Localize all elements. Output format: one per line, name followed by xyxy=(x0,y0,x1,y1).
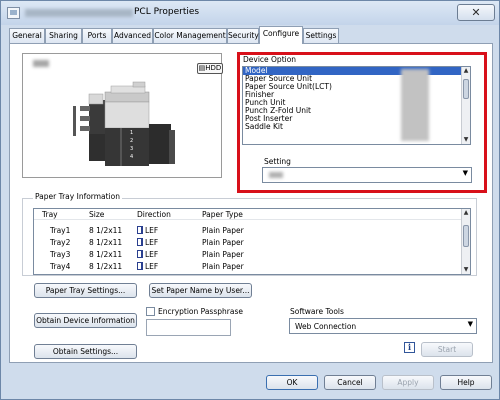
list-item-paper-source-unit-lct[interactable]: Paper Source Unit(LCT) xyxy=(243,83,470,91)
col-direction[interactable]: Direction xyxy=(137,209,171,220)
cell-type: Plain Paper xyxy=(202,226,244,235)
title-redacted xyxy=(25,9,133,17)
col-size[interactable]: Size xyxy=(89,209,104,220)
svg-text:1: 1 xyxy=(130,130,133,136)
cell-direction: LEF xyxy=(137,261,158,272)
scroll-down-icon[interactable]: ▼ xyxy=(462,266,470,274)
cell-type: Plain Paper xyxy=(202,238,244,247)
device-option-list[interactable]: Model Paper Source Unit Paper Source Uni… xyxy=(242,66,471,145)
tab-advanced[interactable]: Advanced xyxy=(112,28,153,43)
list-item-saddle-kit[interactable]: Saddle Kit xyxy=(243,123,470,131)
table-row[interactable]: Tray1 8 1/2x11 LEF Plain Paper xyxy=(34,225,470,236)
cell-size: 8 1/2x11 xyxy=(89,250,123,259)
printer-app-icon xyxy=(7,7,20,19)
title-bar: PCL Properties ✕ xyxy=(1,1,499,25)
chevron-down-icon: ▼ xyxy=(467,320,473,328)
col-tray[interactable]: Tray xyxy=(42,209,58,220)
obtain-settings-button[interactable]: Obtain Settings... xyxy=(34,344,137,359)
cancel-button[interactable]: Cancel xyxy=(324,375,376,390)
cell-tray: Tray3 xyxy=(50,250,71,259)
paper-tray-label: Paper Tray Information xyxy=(33,192,123,201)
encryption-label: Encryption Passphrase xyxy=(158,307,243,316)
software-tools-value: Web Connection xyxy=(295,322,357,331)
close-button[interactable]: ✕ xyxy=(457,4,495,21)
table-header: Tray Size Direction Paper Type xyxy=(34,209,470,220)
cell-size: 8 1/2x11 xyxy=(89,262,123,271)
apply-button[interactable]: Apply xyxy=(382,375,434,390)
cell-tray: Tray2 xyxy=(50,238,71,247)
table-row[interactable]: Tray4 8 1/2x11 LEF Plain Paper xyxy=(34,261,470,272)
scroll-up-icon[interactable]: ▲ xyxy=(462,209,470,217)
encryption-checkbox[interactable] xyxy=(146,307,155,316)
printer-icon: 1 2 3 4 xyxy=(73,81,175,166)
setting-dropdown[interactable]: ▼ xyxy=(262,167,472,183)
start-button[interactable]: Start xyxy=(421,342,473,357)
table-row[interactable]: Tray3 8 1/2x11 LEF Plain Paper xyxy=(34,249,470,260)
properties-window: PCL Properties ✕ General Sharing Ports A… xyxy=(0,0,500,400)
tab-settings[interactable]: Settings xyxy=(303,28,339,43)
tab-configure[interactable]: Configure xyxy=(259,26,303,44)
cell-size: 8 1/2x11 xyxy=(89,226,123,235)
cell-direction: LEF xyxy=(137,225,158,236)
ok-button[interactable]: OK xyxy=(266,375,318,390)
paper-orientation-icon xyxy=(137,238,143,246)
info-icon[interactable]: i xyxy=(404,342,415,353)
paper-orientation-icon xyxy=(137,262,143,270)
cell-direction: LEF xyxy=(137,249,158,260)
encryption-passphrase-field[interactable] xyxy=(146,319,231,336)
software-tools-label: Software Tools xyxy=(290,307,344,316)
table-row[interactable]: Tray2 8 1/2x11 LEF Plain Paper xyxy=(34,237,470,248)
obtain-device-information-button[interactable]: Obtain Device Information xyxy=(34,313,137,328)
svg-text:3: 3 xyxy=(130,146,133,152)
col-paper-type[interactable]: Paper Type xyxy=(202,209,243,220)
scroll-thumb[interactable] xyxy=(463,79,469,99)
software-tools-dropdown[interactable]: Web Connection ▼ xyxy=(289,318,477,334)
setting-value-redacted xyxy=(269,172,283,178)
cell-tray: Tray4 xyxy=(50,262,71,271)
paper-tray-settings-button[interactable]: Paper Tray Settings... xyxy=(34,283,137,298)
paper-orientation-icon xyxy=(137,250,143,258)
tab-ports[interactable]: Ports xyxy=(82,28,112,43)
window-title: PCL Properties xyxy=(134,7,200,17)
cell-tray: Tray1 xyxy=(50,226,71,235)
tab-sharing[interactable]: Sharing xyxy=(45,28,82,43)
paper-tray-table[interactable]: Tray Size Direction Paper Type Tray1 8 1… xyxy=(33,208,471,275)
printer-preview: ▤HDD 1 2 3 4 xyxy=(22,53,223,178)
scroll-thumb[interactable] xyxy=(463,225,469,247)
tab-color-management[interactable]: Color Management xyxy=(153,28,227,43)
chevron-down-icon: ▼ xyxy=(462,169,468,177)
setting-label: Setting xyxy=(264,157,291,166)
cell-type: Plain Paper xyxy=(202,262,244,271)
set-paper-name-button[interactable]: Set Paper Name by User... xyxy=(149,283,252,298)
cell-type: Plain Paper xyxy=(202,250,244,259)
cell-direction: LEF xyxy=(137,237,158,248)
cell-size: 8 1/2x11 xyxy=(89,238,123,247)
svg-text:4: 4 xyxy=(130,154,133,160)
tab-general[interactable]: General xyxy=(9,28,45,43)
svg-text:2: 2 xyxy=(130,138,133,144)
device-option-label: Device Option xyxy=(243,55,297,64)
paper-orientation-icon xyxy=(137,226,143,234)
help-button[interactable]: Help xyxy=(440,375,492,390)
device-list-scrollbar[interactable]: ▲ ▼ xyxy=(461,67,470,144)
scroll-down-icon[interactable]: ▼ xyxy=(462,136,470,144)
device-values-redacted xyxy=(401,69,429,141)
tray-table-scrollbar[interactable]: ▲ ▼ xyxy=(461,209,470,274)
tab-security[interactable]: Security xyxy=(227,28,259,43)
scroll-up-icon[interactable]: ▲ xyxy=(462,67,470,75)
